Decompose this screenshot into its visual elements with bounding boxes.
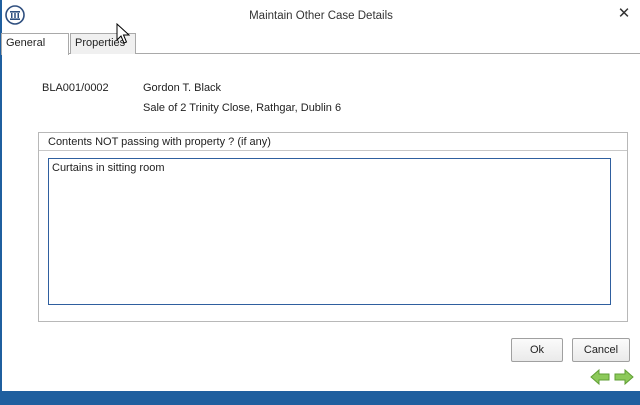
tab-general[interactable]: General xyxy=(1,33,69,55)
status-bar xyxy=(2,391,640,405)
arrow-right-icon[interactable] xyxy=(614,368,634,386)
contents-textarea[interactable]: Curtains in sitting room xyxy=(48,158,611,305)
contents-group-header: Contents NOT passing with property ? (if… xyxy=(39,133,627,151)
record-navigation xyxy=(590,368,635,386)
dialog-window: Maintain Other Case Details ✕ General Pr… xyxy=(0,0,640,405)
title-bar: Maintain Other Case Details ✕ xyxy=(2,0,640,30)
contents-group: Contents NOT passing with property ? (if… xyxy=(38,132,628,322)
case-description: Sale of 2 Trinity Close, Rathgar, Dublin… xyxy=(143,102,342,114)
case-reference: BLA001/0002 xyxy=(42,82,109,94)
close-icon[interactable]: ✕ xyxy=(616,6,632,22)
tab-strip: General Properties xyxy=(1,33,640,55)
window-title: Maintain Other Case Details xyxy=(249,10,393,22)
mouse-pointer-icon xyxy=(116,22,131,45)
client-name: Gordon T. Black xyxy=(143,82,222,94)
ok-button[interactable]: Ok xyxy=(511,338,563,362)
arrow-left-icon[interactable] xyxy=(590,368,610,386)
cancel-button[interactable]: Cancel xyxy=(572,338,630,362)
